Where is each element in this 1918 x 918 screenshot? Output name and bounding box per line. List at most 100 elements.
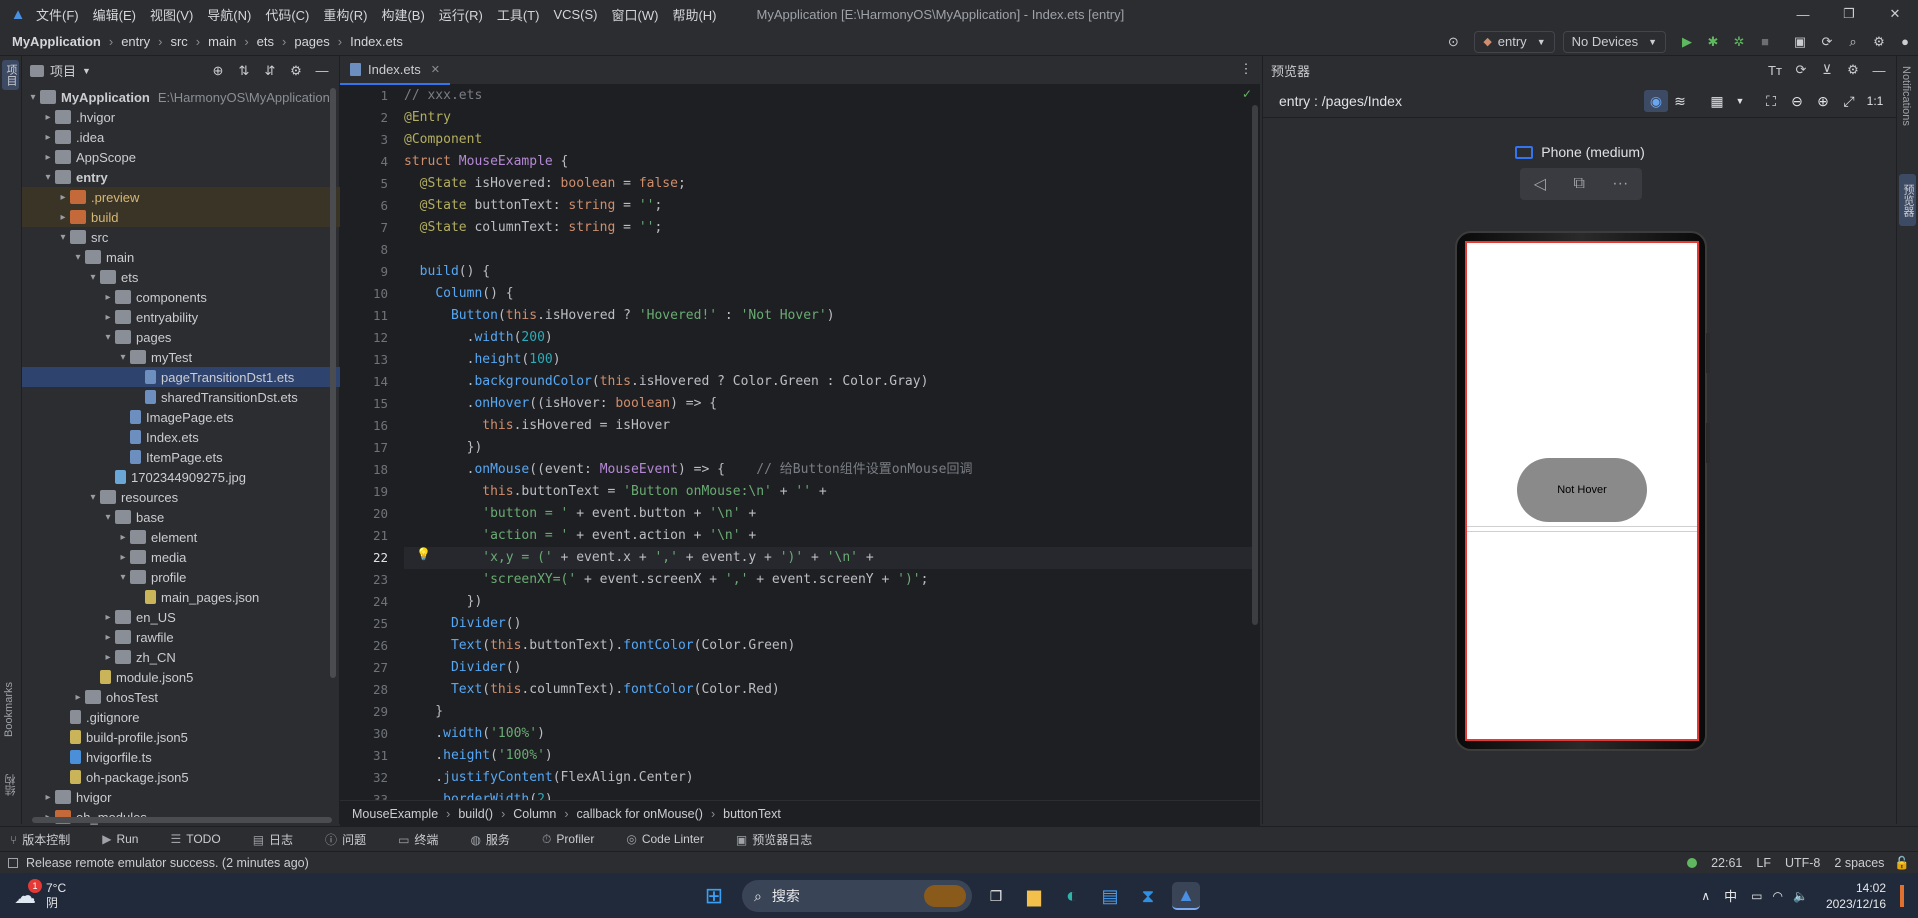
search-icon[interactable]: ⌕ xyxy=(1840,34,1866,50)
tool-window-button[interactable]: ▶ Run xyxy=(102,832,154,846)
tree-item[interactable]: ▾ resources xyxy=(22,487,340,507)
status-message[interactable]: Release remote emulator success. (2 minu… xyxy=(26,856,309,870)
chevron-down-icon[interactable]: ▾ xyxy=(26,92,40,103)
code-line[interactable]: 'button = ' + event.button + '\n' + xyxy=(404,503,1254,525)
menu-item[interactable]: 导航(N) xyxy=(207,5,251,24)
zoom-in-icon[interactable]: ⊕ xyxy=(1810,93,1836,110)
chevron-down-icon[interactable]: ▼ xyxy=(1732,96,1748,106)
more-icon[interactable]: ··· xyxy=(1612,175,1628,193)
code-breadcrumb-item[interactable]: Column xyxy=(513,807,556,821)
tool-window-button[interactable]: ▣ 预览器日志 xyxy=(736,831,828,848)
intention-bulb-icon[interactable]: 💡 xyxy=(416,547,431,561)
store-icon[interactable]: ▤ xyxy=(1096,882,1124,910)
code-line[interactable]: build() { xyxy=(404,261,1254,283)
code-line[interactable]: .onMouse((event: MouseEvent) => { // 给Bu… xyxy=(404,459,1254,481)
tree-item[interactable]: ▸ rawfile xyxy=(22,627,340,647)
tree-item[interactable]: ▸ AppScope xyxy=(22,147,340,167)
code-breadcrumb-item[interactable]: buttonText xyxy=(723,807,781,821)
tree-item[interactable]: 1702344909275.jpg xyxy=(22,467,340,487)
chevron-down-icon[interactable]: ▾ xyxy=(101,332,115,343)
chevron-down-icon[interactable]: ▼ xyxy=(82,66,91,76)
tree-item[interactable]: ▸ zh_CN xyxy=(22,647,340,667)
code-line[interactable]: @State buttonText: string = ''; xyxy=(404,195,1254,217)
profile-icon[interactable]: ✲ xyxy=(1726,34,1752,50)
code-line[interactable]: .height(100) xyxy=(404,349,1254,371)
breadcrumb-item[interactable]: MyApplication xyxy=(12,34,101,49)
menu-item[interactable]: 编辑(E) xyxy=(93,5,136,24)
chevron-down-icon[interactable]: ▾ xyxy=(56,232,70,243)
device-select[interactable]: No Devices ▼ xyxy=(1562,30,1666,53)
chevron-down-icon[interactable]: ▾ xyxy=(116,572,130,583)
code-line[interactable]: // xxx.ets xyxy=(404,85,1254,107)
chevron-right-icon[interactable]: ▸ xyxy=(116,552,130,563)
breadcrumb-item[interactable]: src xyxy=(170,34,187,49)
hover-button[interactable]: Not Hover xyxy=(1517,458,1647,522)
code-area[interactable]: // xxx.ets @Entry @Component struct MouseEx… xyxy=(404,85,1254,811)
tree-item[interactable]: .gitignore xyxy=(22,707,340,727)
locate-icon[interactable]: ⊕ xyxy=(205,63,231,79)
notification-center-icon[interactable] xyxy=(1900,884,1904,907)
chevron-right-icon[interactable]: ▸ xyxy=(41,132,55,143)
menu-item[interactable]: 工具(T) xyxy=(497,5,540,24)
chevron-right-icon[interactable]: ▸ xyxy=(101,612,115,623)
code-line[interactable]: this.isHovered = isHover xyxy=(404,415,1254,437)
tree-item[interactable]: ▸ hvigor xyxy=(22,787,340,807)
debug-icon[interactable]: ✱ xyxy=(1700,34,1726,50)
tree-item[interactable]: ▾ pages xyxy=(22,327,340,347)
tool-window-button[interactable]: ⑂ 版本控制 xyxy=(10,831,86,848)
tree-item[interactable]: ▸ element xyxy=(22,527,340,547)
menu-item[interactable]: 文件(F) xyxy=(36,5,79,24)
code-breadcrumb-item[interactable]: build() xyxy=(458,807,493,821)
code-line[interactable]: 'x,y = (' + event.x + ',' + event.y + ')… xyxy=(404,547,1254,569)
deveco-studio-icon[interactable]: ▲ xyxy=(1172,882,1200,910)
clock-date[interactable]: 2023/12/16 xyxy=(1826,896,1886,912)
grid-view-icon[interactable]: ▦ xyxy=(1702,93,1732,110)
weather-widget[interactable]: ☁ 1 7°C 阴 xyxy=(14,873,66,918)
file-encoding[interactable]: UTF-8 xyxy=(1785,856,1820,870)
tree-item[interactable]: ▾ base xyxy=(22,507,340,527)
chevron-down-icon[interactable]: ▾ xyxy=(86,492,100,503)
tree-item[interactable]: ▾ profile xyxy=(22,567,340,587)
module-select[interactable]: ◆ entry ▼ xyxy=(1474,30,1555,53)
chevron-down-icon[interactable]: ▾ xyxy=(41,172,55,183)
tree-item[interactable]: sharedTransitionDst.ets xyxy=(22,387,340,407)
filter-icon[interactable]: ⊻ xyxy=(1814,62,1840,78)
tree-item[interactable]: ▸ components xyxy=(22,287,340,307)
file-explorer-icon[interactable]: ▆ xyxy=(1020,882,1048,910)
chevron-right-icon[interactable]: ▸ xyxy=(71,692,85,703)
refresh-icon[interactable]: ⟳ xyxy=(1788,62,1814,78)
tree-horizontal-scrollbar[interactable] xyxy=(32,817,332,823)
tree-item[interactable]: ▸ en_US xyxy=(22,607,340,627)
lock-icon[interactable]: 🔓 xyxy=(1894,856,1910,871)
code-line[interactable]: Text(this.buttonText).fontColor(Color.Gr… xyxy=(404,635,1254,657)
menu-item[interactable]: 视图(V) xyxy=(150,5,193,24)
hide-icon[interactable]: — xyxy=(309,63,335,78)
restore-icon[interactable]: ❐ xyxy=(1826,6,1872,22)
tool-window-button[interactable]: ☰ TODO xyxy=(170,832,236,846)
code-line[interactable]: }) xyxy=(404,591,1254,613)
menu-item[interactable]: 代码(C) xyxy=(265,5,309,24)
gear-icon[interactable]: ⚙ xyxy=(283,63,309,79)
task-view-icon[interactable]: ❐ xyxy=(982,882,1010,910)
tree-item[interactable]: main_pages.json xyxy=(22,587,340,607)
code-line[interactable]: Button(this.isHovered ? 'Hovered!' : 'No… xyxy=(404,305,1254,327)
code-editor[interactable]: 1 2 3 4 5 6 7 8 9 10 11 12 13 14 15 16 17 18 19 20 21 22 23 24 2… xyxy=(340,85,1260,807)
tree-item[interactable]: ▸ .idea xyxy=(22,127,340,147)
chevron-right-icon[interactable]: ▸ xyxy=(41,112,55,123)
code-line[interactable]: 'action = ' + event.action + '\n' + xyxy=(404,525,1254,547)
tree-item[interactable]: ▾ ets xyxy=(22,267,340,287)
zoom-out-icon[interactable]: ⊖ xyxy=(1784,93,1810,110)
previewer-tool-tab[interactable]: 预览器 xyxy=(1899,174,1916,226)
windows-start-icon[interactable]: ⊞ xyxy=(700,882,728,910)
breadcrumb-item[interactable]: ets xyxy=(257,34,274,49)
ime-indicator[interactable]: 中 xyxy=(1724,886,1737,905)
code-line[interactable]: this.buttonText = 'Button onMouse:\n' + … xyxy=(404,481,1254,503)
expand-all-icon[interactable]: ⇅ xyxy=(231,63,257,79)
status-toggle-icon[interactable] xyxy=(8,857,18,868)
tool-window-button[interactable]: ▭ 终端 xyxy=(398,831,454,848)
tree-item[interactable]: ItemPage.ets xyxy=(22,447,340,467)
code-line[interactable]: .onHover((isHover: boolean) => { xyxy=(404,393,1254,415)
code-line[interactable]: Column() { xyxy=(404,283,1254,305)
chevron-down-icon[interactable]: ▾ xyxy=(71,252,85,263)
code-line[interactable]: Text(this.columnText).fontColor(Color.Re… xyxy=(404,679,1254,701)
